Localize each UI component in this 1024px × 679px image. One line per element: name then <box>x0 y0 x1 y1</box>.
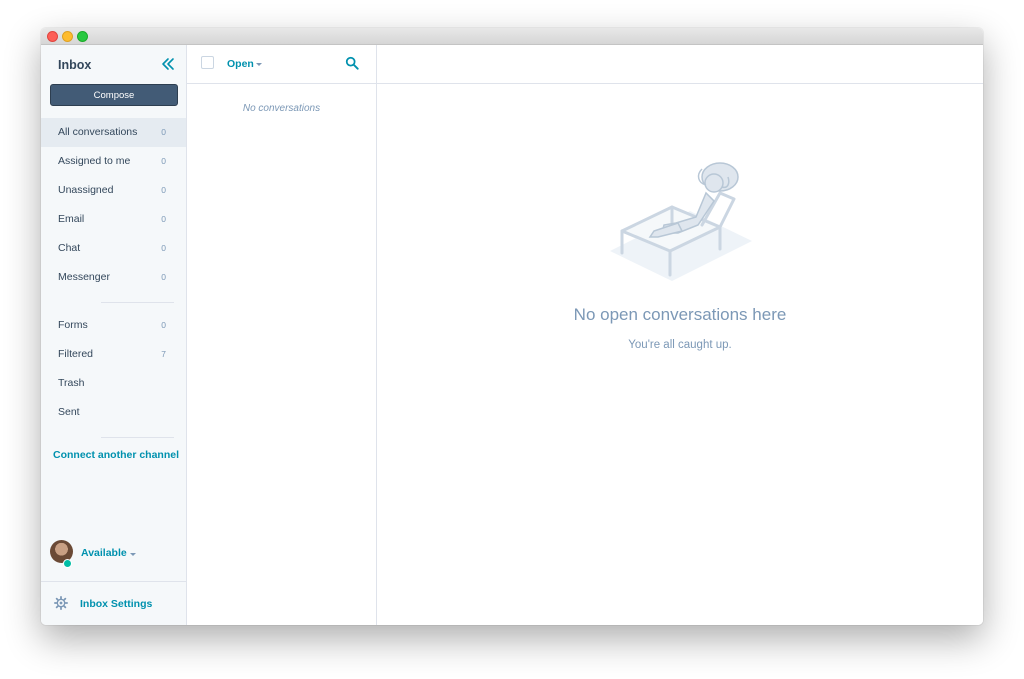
sidebar-footer-divider <box>41 581 186 582</box>
sidebar-item-label: Chat <box>58 242 81 254</box>
maximize-window-button[interactable] <box>77 31 88 42</box>
sidebar-item-count: 7 <box>161 349 166 359</box>
sidebar-item-assigned-to-me[interactable]: Assigned to me 0 <box>41 147 186 176</box>
sidebar-item-count: 0 <box>161 214 166 224</box>
connect-channel-link[interactable]: Connect another channel <box>53 449 179 461</box>
conversation-list-panel: Open No conversations <box>187 45 377 625</box>
inbox-sidebar: Inbox Compose All conversations 0 Assign… <box>41 45 187 625</box>
sidebar-divider <box>101 302 174 303</box>
sidebar-item-sent[interactable]: Sent <box>41 398 186 427</box>
sidebar-item-count: 0 <box>161 127 166 137</box>
sidebar-item-label: Sent <box>58 406 80 418</box>
empty-list-message: No conversations <box>242 103 321 114</box>
sidebar-item-messenger[interactable]: Messenger 0 <box>41 263 186 292</box>
lounge-chair-illustration <box>610 162 752 281</box>
select-all-checkbox[interactable] <box>201 56 214 69</box>
sidebar-item-label: All conversations <box>58 126 138 138</box>
detail-header <box>377 45 983 84</box>
sidebar-item-filtered[interactable]: Filtered 7 <box>41 340 186 369</box>
gear-icon[interactable] <box>54 596 68 610</box>
sidebar-item-label: Trash <box>58 377 85 389</box>
sidebar-item-count: 0 <box>161 272 166 282</box>
inbox-settings-link[interactable]: Inbox Settings <box>80 598 152 610</box>
sidebar-item-chat[interactable]: Chat 0 <box>41 234 186 263</box>
sidebar-item-label: Forms <box>58 319 88 331</box>
sidebar-item-label: Messenger <box>58 271 110 283</box>
collapse-icon[interactable] <box>159 55 177 73</box>
list-toolbar: Open <box>187 45 376 84</box>
sidebar-item-label: Unassigned <box>58 184 114 196</box>
sidebar-item-count: 0 <box>161 185 166 195</box>
online-status-dot <box>63 559 72 568</box>
compose-button[interactable]: Compose <box>50 84 178 106</box>
sidebar-item-label: Email <box>58 213 85 225</box>
close-window-button[interactable] <box>47 31 58 42</box>
sidebar-item-count: 0 <box>161 156 166 166</box>
search-icon[interactable] <box>345 56 359 70</box>
sidebar-item-email[interactable]: Email 0 <box>41 205 186 234</box>
sidebar-item-forms[interactable]: Forms 0 <box>41 311 186 340</box>
minimize-window-button[interactable] <box>62 31 73 42</box>
app-window: Inbox Compose All conversations 0 Assign… <box>41 28 983 625</box>
sidebar-divider <box>101 437 174 438</box>
sidebar-item-label: Assigned to me <box>58 155 131 167</box>
sidebar-item-label: Filtered <box>58 348 94 360</box>
window-titlebar <box>41 28 983 45</box>
chevron-down-icon[interactable] <box>130 553 136 556</box>
status-filter-dropdown[interactable]: Open <box>227 58 254 70</box>
empty-state-subtitle: You're all caught up. <box>628 339 732 351</box>
availability-dropdown[interactable]: Available <box>81 547 127 559</box>
conversation-detail-panel: No open conversations here You're all ca… <box>377 45 983 625</box>
sidebar-item-all-conversations[interactable]: All conversations 0 <box>41 118 186 147</box>
empty-state-title: No open conversations here <box>573 305 787 324</box>
sidebar-item-count: 0 <box>161 243 166 253</box>
status-filter-label: Open <box>227 58 254 70</box>
sidebar-title: Inbox <box>58 58 92 72</box>
sidebar-item-count: 0 <box>161 320 166 330</box>
chevron-down-icon[interactable] <box>256 63 262 66</box>
sidebar-item-trash[interactable]: Trash <box>41 369 186 398</box>
sidebar-item-unassigned[interactable]: Unassigned 0 <box>41 176 186 205</box>
